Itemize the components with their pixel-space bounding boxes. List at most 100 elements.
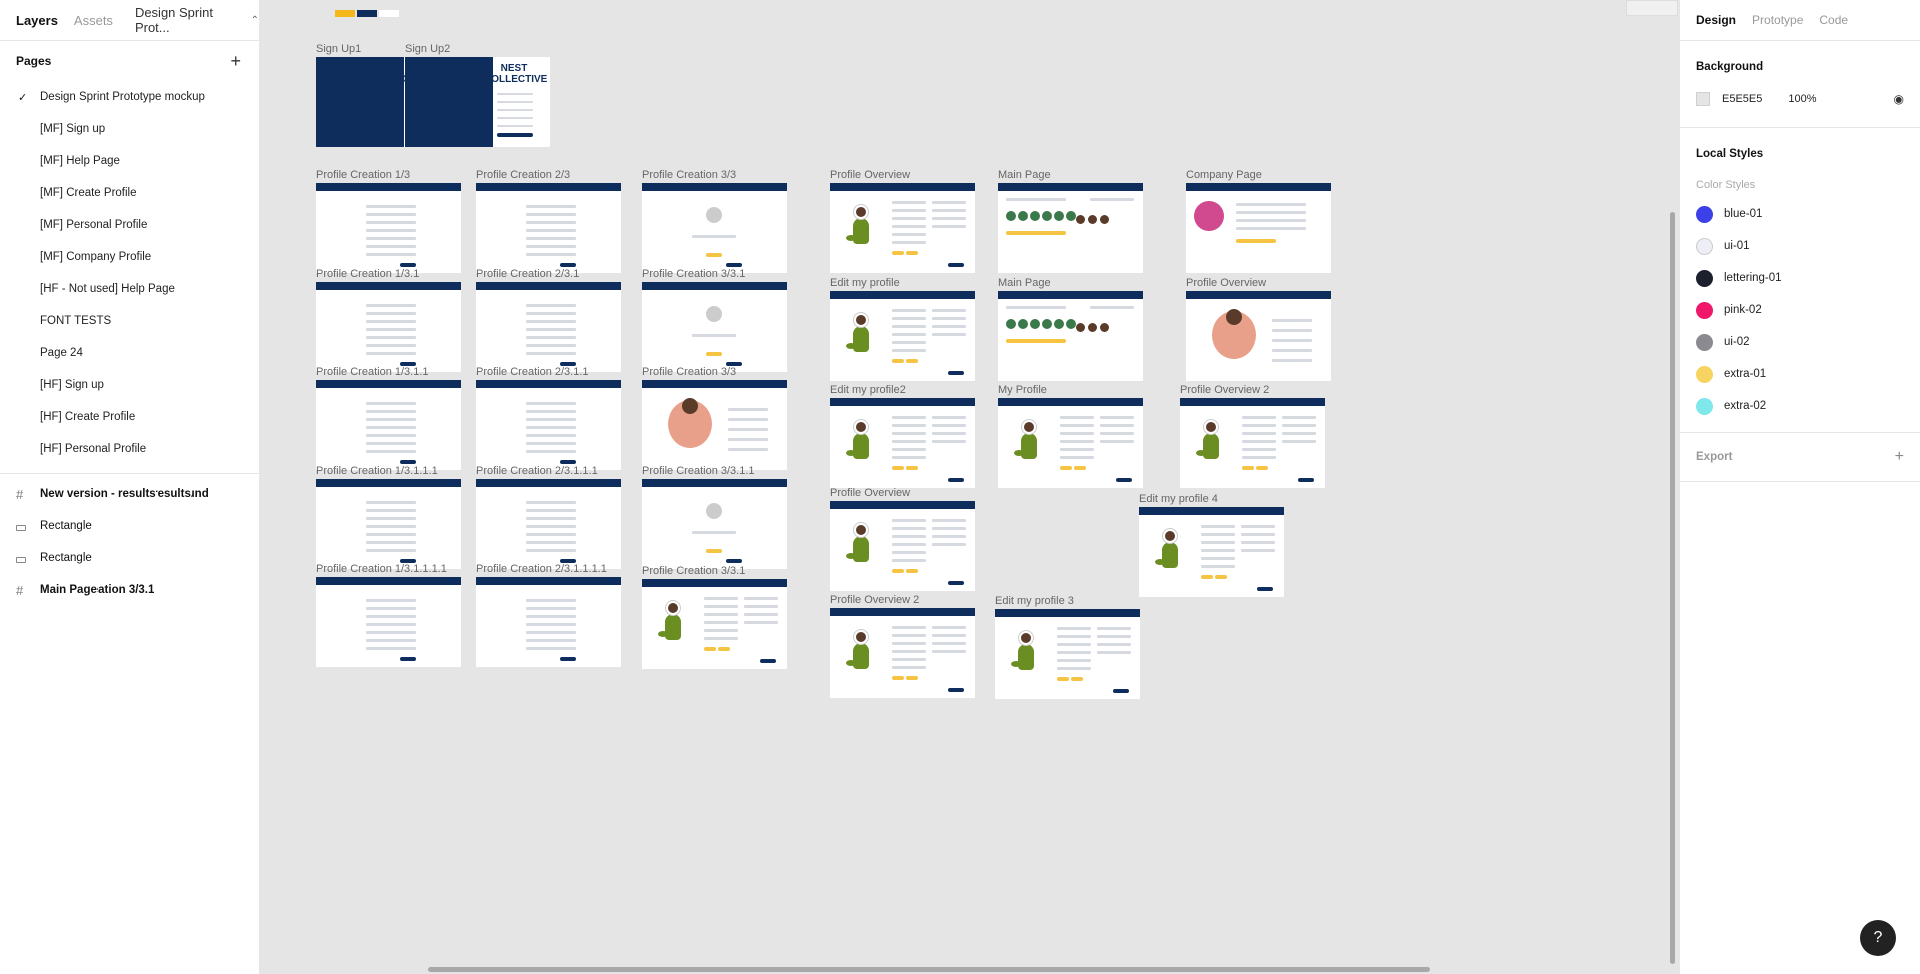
page-item[interactable]: [HF] Create Profile xyxy=(0,401,259,433)
frame-label[interactable]: Edit my profile 3 xyxy=(995,595,1074,607)
frame-thumbnail[interactable] xyxy=(642,183,787,273)
add-page-icon[interactable]: + xyxy=(230,51,241,72)
frame-label[interactable]: Profile Creation 2/3.1.1 xyxy=(476,366,589,378)
layer-item[interactable]: Rectangle xyxy=(0,510,259,542)
frame-thumbnail[interactable] xyxy=(998,291,1143,381)
frame-thumbnail[interactable] xyxy=(998,183,1143,273)
tab-layers[interactable]: Layers xyxy=(16,13,58,28)
frame-thumbnail[interactable] xyxy=(1139,507,1284,597)
frame-thumbnail[interactable] xyxy=(830,291,975,381)
layer-item[interactable]: # New version - results xyxy=(0,478,156,510)
frame-label[interactable]: Profile Creation 3/3.1 xyxy=(642,268,745,280)
file-name-dropdown[interactable]: Design Sprint Prot... ⌃ xyxy=(135,5,259,35)
page-item[interactable]: ✓ Design Sprint Prototype mockup xyxy=(0,81,259,113)
help-button[interactable]: ? xyxy=(1860,920,1896,956)
frame-label[interactable]: Profile Creation 3/3.1 xyxy=(642,565,745,577)
frame-thumbnail[interactable] xyxy=(642,282,787,372)
frame-thumbnail[interactable] xyxy=(830,183,975,273)
color-style-item[interactable]: lettering-01 xyxy=(1680,262,1920,294)
frame-label[interactable]: Profile Creation 2/3.1.1.1.1 xyxy=(476,563,607,575)
color-style-item[interactable]: ui-02 xyxy=(1680,326,1920,358)
frame-thumbnail[interactable] xyxy=(316,380,461,470)
page-item[interactable]: [MF] Company Profile xyxy=(0,241,259,273)
tab-assets[interactable]: Assets xyxy=(74,13,113,28)
background-opacity[interactable]: 100% xyxy=(1788,93,1816,105)
page-item[interactable]: Page 24 xyxy=(0,337,259,369)
frame-thumbnail[interactable] xyxy=(642,479,787,569)
page-item[interactable]: [MF] Sign up xyxy=(0,113,259,145)
frame-label[interactable]: Profile Overview xyxy=(1186,277,1266,289)
frame-label[interactable]: Sign Up2 xyxy=(405,43,450,55)
color-style-item[interactable]: extra-02 xyxy=(1680,390,1920,422)
frame-thumbnail[interactable] xyxy=(642,579,787,669)
color-style-item[interactable]: blue-01 xyxy=(1680,198,1920,230)
frame-thumbnail[interactable] xyxy=(642,380,787,470)
frame-label[interactable]: Profile Creation 2/3.1 xyxy=(476,268,579,280)
frame-thumbnail[interactable] xyxy=(316,282,461,372)
frame-label[interactable]: Profile Overview xyxy=(830,487,910,499)
member-avatar xyxy=(1088,323,1097,332)
frame-thumbnail[interactable] xyxy=(1186,291,1331,381)
frame-thumbnail[interactable] xyxy=(316,479,461,569)
frame-thumbnail[interactable] xyxy=(830,608,975,698)
frame-thumbnail[interactable] xyxy=(476,183,621,273)
frame-thumbnail[interactable] xyxy=(830,398,975,488)
background-hex[interactable]: E5E5E5 xyxy=(1722,93,1762,105)
page-item[interactable]: [HF] Personal Profile xyxy=(0,433,259,465)
tab-prototype[interactable]: Prototype xyxy=(1752,13,1803,27)
eye-icon[interactable]: ◉ xyxy=(1894,92,1904,106)
frame-label[interactable]: Profile Creation 3/3 xyxy=(642,366,736,378)
frame-thumbnail[interactable] xyxy=(476,282,621,372)
design-canvas[interactable]: Sign Up1NEST COLLECTIVESign Up2NEST COLL… xyxy=(261,0,1679,974)
layer-item[interactable]: # Main Page xyxy=(0,574,97,606)
frame-label[interactable]: Profile Creation 3/3 xyxy=(642,169,736,181)
background-fill-row[interactable]: E5E5E5 100% ◉ xyxy=(1680,85,1920,113)
page-item[interactable]: [MF] Personal Profile xyxy=(0,209,259,241)
frame-label[interactable]: Profile Creation 2/3 xyxy=(476,169,570,181)
frame-thumbnail[interactable] xyxy=(1180,398,1325,488)
frame-label[interactable]: Main Page xyxy=(998,169,1051,181)
vertical-scrollbar[interactable] xyxy=(1670,212,1675,964)
frame-label[interactable]: Edit my profile 4 xyxy=(1139,493,1218,505)
frame-label[interactable]: Profile Overview xyxy=(830,169,910,181)
frame-label[interactable]: Profile Creation 1/3.1 xyxy=(316,268,419,280)
frame-label[interactable]: Main Page xyxy=(998,277,1051,289)
frame-label[interactable]: Profile Overview 2 xyxy=(1180,384,1269,396)
frame-label[interactable]: Profile Creation 1/3.1.1.1 xyxy=(316,465,438,477)
frame-thumbnail[interactable] xyxy=(316,183,461,273)
frame-thumbnail[interactable] xyxy=(316,577,461,667)
frame-label[interactable]: Edit my profile2 xyxy=(830,384,906,396)
frame-thumbnail[interactable] xyxy=(476,577,621,667)
background-swatch[interactable] xyxy=(1696,92,1710,106)
frame-label[interactable]: Edit my profile xyxy=(830,277,900,289)
frame-label[interactable]: Profile Creation 1/3 xyxy=(316,169,410,181)
page-item[interactable]: [HF - Not used] Help Page xyxy=(0,273,259,305)
page-item[interactable]: [MF] Create Profile xyxy=(0,177,259,209)
page-item[interactable]: FONT TESTS xyxy=(0,305,259,337)
add-export-icon[interactable]: + xyxy=(1895,448,1904,466)
color-style-item[interactable]: ui-01 xyxy=(1680,230,1920,262)
frame-thumbnail[interactable] xyxy=(1186,183,1331,273)
frame-thumbnail[interactable] xyxy=(476,380,621,470)
color-style-item[interactable]: pink-02 xyxy=(1680,294,1920,326)
page-item[interactable]: [HF] Sign up xyxy=(0,369,259,401)
frame-thumbnail[interactable] xyxy=(998,398,1143,488)
frame-label[interactable]: Profile Creation 1/3.1.1 xyxy=(316,366,429,378)
frame-label[interactable]: Profile Overview 2 xyxy=(830,594,919,606)
frame-label[interactable]: Profile Creation 2/3.1.1.1 xyxy=(476,465,598,477)
frame-label[interactable]: Sign Up1 xyxy=(316,43,361,55)
frame-thumbnail[interactable] xyxy=(476,479,621,569)
horizontal-scrollbar[interactable] xyxy=(428,967,1430,972)
frame-thumbnail[interactable]: NEST COLLECTIVE xyxy=(405,57,550,147)
page-item[interactable]: [MF] Help Page xyxy=(0,145,259,177)
frame-label[interactable]: Profile Creation 3/3.1.1 xyxy=(642,465,755,477)
color-style-item[interactable]: extra-01 xyxy=(1680,358,1920,390)
frame-thumbnail[interactable] xyxy=(995,609,1140,699)
tab-design[interactable]: Design xyxy=(1696,13,1736,27)
frame-label[interactable]: Company Page xyxy=(1186,169,1262,181)
tab-code[interactable]: Code xyxy=(1819,13,1848,27)
frame-thumbnail[interactable] xyxy=(830,501,975,591)
layer-item[interactable]: Rectangle xyxy=(0,542,259,574)
frame-label[interactable]: My Profile xyxy=(998,384,1047,396)
frame-label[interactable]: Profile Creation 1/3.1.1.1.1 xyxy=(316,563,447,575)
